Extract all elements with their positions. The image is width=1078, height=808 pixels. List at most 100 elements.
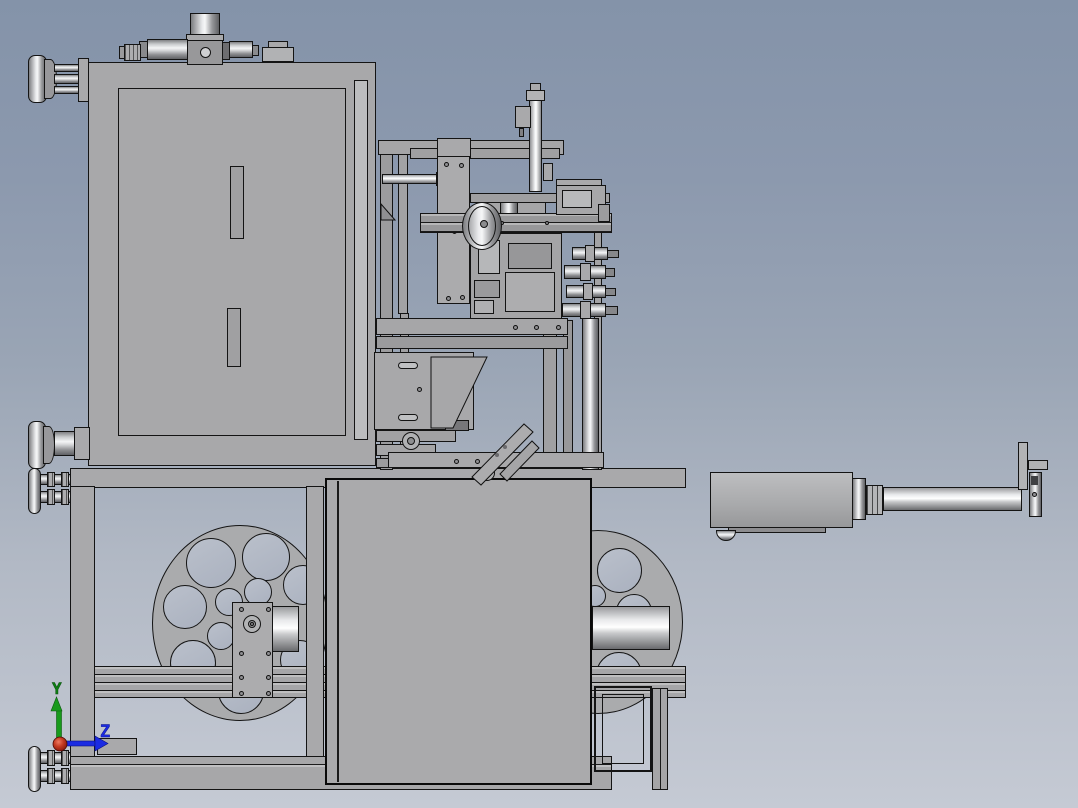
hub-right[interactable] <box>592 606 670 650</box>
bracket-vertical[interactable] <box>1018 442 1028 490</box>
beam-a[interactable] <box>376 318 568 335</box>
screw-head <box>266 651 271 656</box>
screw-head <box>239 691 244 696</box>
screw-head <box>513 325 518 330</box>
pump-cylinder-right[interactable] <box>229 41 253 58</box>
flange-bottom-nut-2a <box>47 768 55 784</box>
gripper-d2 <box>474 300 494 314</box>
nozzle-3-collar[interactable] <box>583 283 593 300</box>
cylinder-side-knob[interactable] <box>543 163 553 181</box>
frame-post-left[interactable] <box>70 486 95 790</box>
nozzle-1-tip <box>607 250 619 258</box>
wheel-hole <box>597 548 642 593</box>
cylinder-vertical-knob[interactable] <box>530 83 541 91</box>
linear-rail[interactable] <box>420 213 612 233</box>
cylinder-bracket[interactable] <box>515 106 531 128</box>
screw-head <box>266 675 271 680</box>
screw-head <box>266 607 271 612</box>
bracket-left-block[interactable] <box>374 352 474 430</box>
slide-end-cap[interactable] <box>598 204 610 222</box>
screw-head <box>250 622 254 626</box>
mech-rod-horizontal[interactable] <box>382 174 439 184</box>
motor-foot[interactable] <box>716 530 736 541</box>
pump-block-hole <box>200 47 211 58</box>
mech-frame-left2[interactable] <box>398 148 408 314</box>
screw-head <box>460 295 465 300</box>
pump-nut-left[interactable] <box>124 44 141 61</box>
wheel-hole <box>163 585 207 629</box>
slot-b <box>398 414 418 421</box>
flange-bottom-nut-2b <box>61 768 69 784</box>
dial-hub <box>480 220 488 228</box>
pump-tip-right <box>252 45 259 56</box>
screw-head <box>446 296 451 301</box>
shaft-top-plate[interactable] <box>78 58 89 102</box>
mech-top-block[interactable] <box>437 138 471 158</box>
cabinet-slot-2 <box>227 308 241 367</box>
screw-head <box>239 675 244 680</box>
flange-bottom-nut-1a <box>47 750 55 766</box>
screw-head <box>545 221 549 225</box>
cabinet-side-strip <box>354 80 368 440</box>
screw-head <box>454 459 459 464</box>
column-c[interactable] <box>582 318 599 470</box>
cabinet-slot-1 <box>230 166 244 239</box>
beam-b[interactable] <box>376 336 568 349</box>
machine-base-box[interactable] <box>325 478 592 785</box>
screw-head <box>475 459 480 464</box>
motor-base <box>728 527 826 533</box>
nozzle-4-collar[interactable] <box>580 301 591 319</box>
cabinet-panel[interactable] <box>118 88 346 436</box>
flange-low-nut-2b <box>61 489 69 505</box>
frame-post-right[interactable] <box>306 486 324 758</box>
screw-head <box>266 691 271 696</box>
gripper-sub <box>505 272 555 312</box>
motor-flange[interactable] <box>852 478 866 520</box>
machine-base-box-line <box>337 481 339 782</box>
bracket-arm[interactable] <box>1028 460 1048 470</box>
nozzle-1-collar[interactable] <box>585 245 595 262</box>
gripper-d1 <box>474 280 500 298</box>
cad-viewport[interactable]: Y Z <box>0 0 1078 808</box>
flange-low-nut-1a <box>47 472 55 487</box>
flange-bottom-nut-1b <box>61 750 69 766</box>
wheel-hole <box>186 538 236 588</box>
screw-head <box>494 459 499 464</box>
wheel-hole <box>242 533 290 581</box>
cylinder-bracket-pin <box>519 128 524 137</box>
nozzle-3-tip <box>605 288 616 296</box>
roller-2-inner <box>483 469 491 477</box>
screw-head <box>534 325 539 330</box>
nozzle-2-collar[interactable] <box>580 263 591 281</box>
frame-bracket-right-inner <box>602 694 644 764</box>
hub-left[interactable] <box>272 606 299 652</box>
pump-washer-left <box>119 46 125 59</box>
frame-bracket-small[interactable] <box>97 738 137 755</box>
pump-cap-right[interactable] <box>262 47 294 62</box>
screw-head <box>417 387 422 392</box>
frame-post-far-right[interactable] <box>652 688 668 790</box>
slot-a <box>398 362 418 369</box>
cylinder-vertical-cap[interactable] <box>526 90 545 101</box>
roller-1-inner <box>407 437 415 445</box>
pump-cylinder-left[interactable] <box>147 39 188 60</box>
dark-foot <box>445 420 469 431</box>
screw-head <box>1032 492 1037 497</box>
wheel-hole <box>207 622 235 650</box>
flange-low-nut-1b <box>61 472 69 487</box>
nozzle-2-tip <box>605 268 615 277</box>
screw-head <box>239 607 244 612</box>
motor-box[interactable] <box>710 472 853 528</box>
flange-low-nut-2a <box>47 489 55 505</box>
motor-collar[interactable] <box>866 485 883 515</box>
screw-head <box>459 163 464 168</box>
drive-shaft[interactable] <box>883 487 1022 511</box>
gripper-win-2 <box>508 243 552 269</box>
shaft-mid-collar[interactable] <box>74 427 90 460</box>
screw-head <box>444 162 449 167</box>
slide-window <box>562 190 592 208</box>
nozzle-4-tip <box>605 306 618 315</box>
assembly-geometry <box>0 0 1078 808</box>
end-flange-notch <box>1031 476 1038 485</box>
screw-head <box>556 325 561 330</box>
